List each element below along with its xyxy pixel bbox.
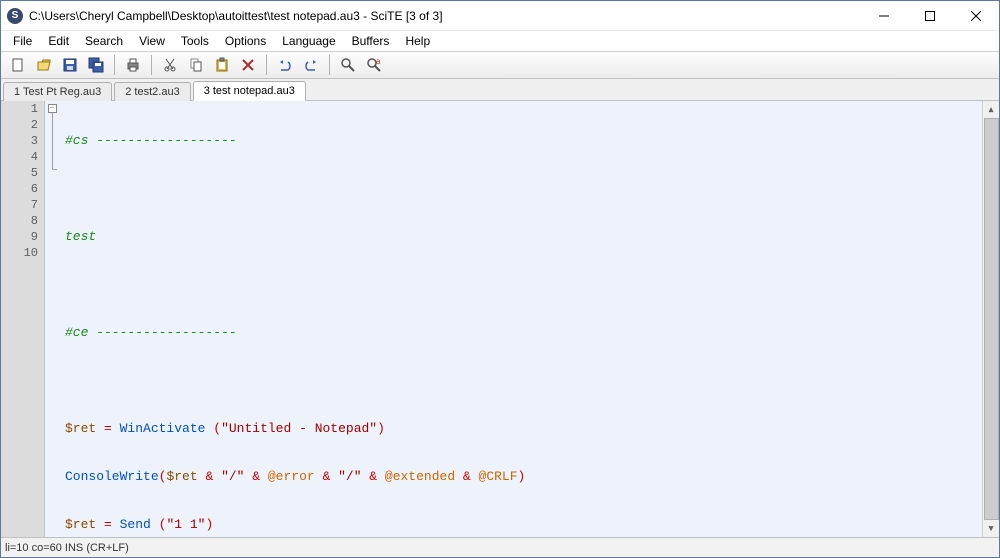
toolbar-separator [266,55,267,75]
menu-language[interactable]: Language [274,32,343,50]
code-comment: test [65,229,96,245]
minimize-button[interactable] [861,1,907,30]
copy-icon[interactable] [185,54,207,76]
tab-file-2[interactable]: 2 test2.au3 [114,82,190,101]
menu-tools[interactable]: Tools [173,32,217,50]
code-comment: #ce ------------------ [65,325,237,341]
line-number: 7 [1,197,38,213]
new-icon[interactable] [7,54,29,76]
app-icon: S [7,8,23,24]
code-content[interactable]: #cs ------------------ test #ce --------… [59,101,999,537]
menu-view[interactable]: View [131,32,173,50]
line-number: 1 [1,101,38,117]
fold-toggle-icon[interactable]: − [48,104,57,113]
menu-buffers[interactable]: Buffers [344,32,398,50]
status-bar: li=10 co=60 INS (CR+LF) [1,537,999,557]
title-bar: S C:\Users\Cheryl Campbell\Desktop\autoi… [1,1,999,31]
saveall-icon[interactable] [85,54,107,76]
tab-bar: 1 Test Pt Reg.au3 2 test2.au3 3 test not… [1,79,999,101]
scroll-track[interactable] [983,118,999,520]
paste-icon[interactable] [211,54,233,76]
menu-file[interactable]: File [5,32,40,50]
menu-help[interactable]: Help [397,32,438,50]
save-icon[interactable] [59,54,81,76]
window-title: C:\Users\Cheryl Campbell\Desktop\autoitt… [29,9,861,23]
maximize-button[interactable] [907,1,953,30]
cut-icon[interactable] [159,54,181,76]
undo-icon[interactable] [274,54,296,76]
line-number: 6 [1,181,38,197]
editor-area[interactable]: 1 2 3 4 5 6 7 8 9 10 − #cs -------------… [1,101,999,537]
scroll-down-icon[interactable]: ▾ [983,520,999,537]
close-button[interactable] [953,1,999,30]
menu-options[interactable]: Options [217,32,274,50]
code-comment: #cs ------------------ [65,133,237,149]
tab-file-1[interactable]: 1 Test Pt Reg.au3 [3,82,112,101]
line-number: 3 [1,133,38,149]
fold-column: − [45,101,59,537]
svg-text:a: a [376,57,381,66]
menu-bar: File Edit Search View Tools Options Lang… [1,31,999,51]
replace-icon[interactable]: a [363,54,385,76]
line-number-gutter: 1 2 3 4 5 6 7 8 9 10 [1,101,45,537]
menu-search[interactable]: Search [77,32,131,50]
scroll-thumb[interactable] [984,118,999,520]
print-icon[interactable] [122,54,144,76]
scroll-up-icon[interactable]: ▴ [983,101,999,118]
delete-icon[interactable] [237,54,259,76]
line-number: 10 [1,245,38,261]
tab-file-3[interactable]: 3 test notepad.au3 [193,81,306,101]
window-controls [861,1,999,30]
menu-edit[interactable]: Edit [40,32,77,50]
toolbar-separator [114,55,115,75]
vertical-scrollbar[interactable]: ▴ ▾ [982,101,999,537]
toolbar-separator [151,55,152,75]
line-number: 8 [1,213,38,229]
open-icon[interactable] [33,54,55,76]
line-number: 9 [1,229,38,245]
status-position: li=10 co=60 INS (CR+LF) [5,542,143,554]
toolbar-separator [329,55,330,75]
toolbar: a [1,51,999,79]
line-number: 5 [1,165,38,181]
line-number: 4 [1,149,38,165]
find-icon[interactable] [337,54,359,76]
line-number: 2 [1,117,38,133]
redo-icon[interactable] [300,54,322,76]
